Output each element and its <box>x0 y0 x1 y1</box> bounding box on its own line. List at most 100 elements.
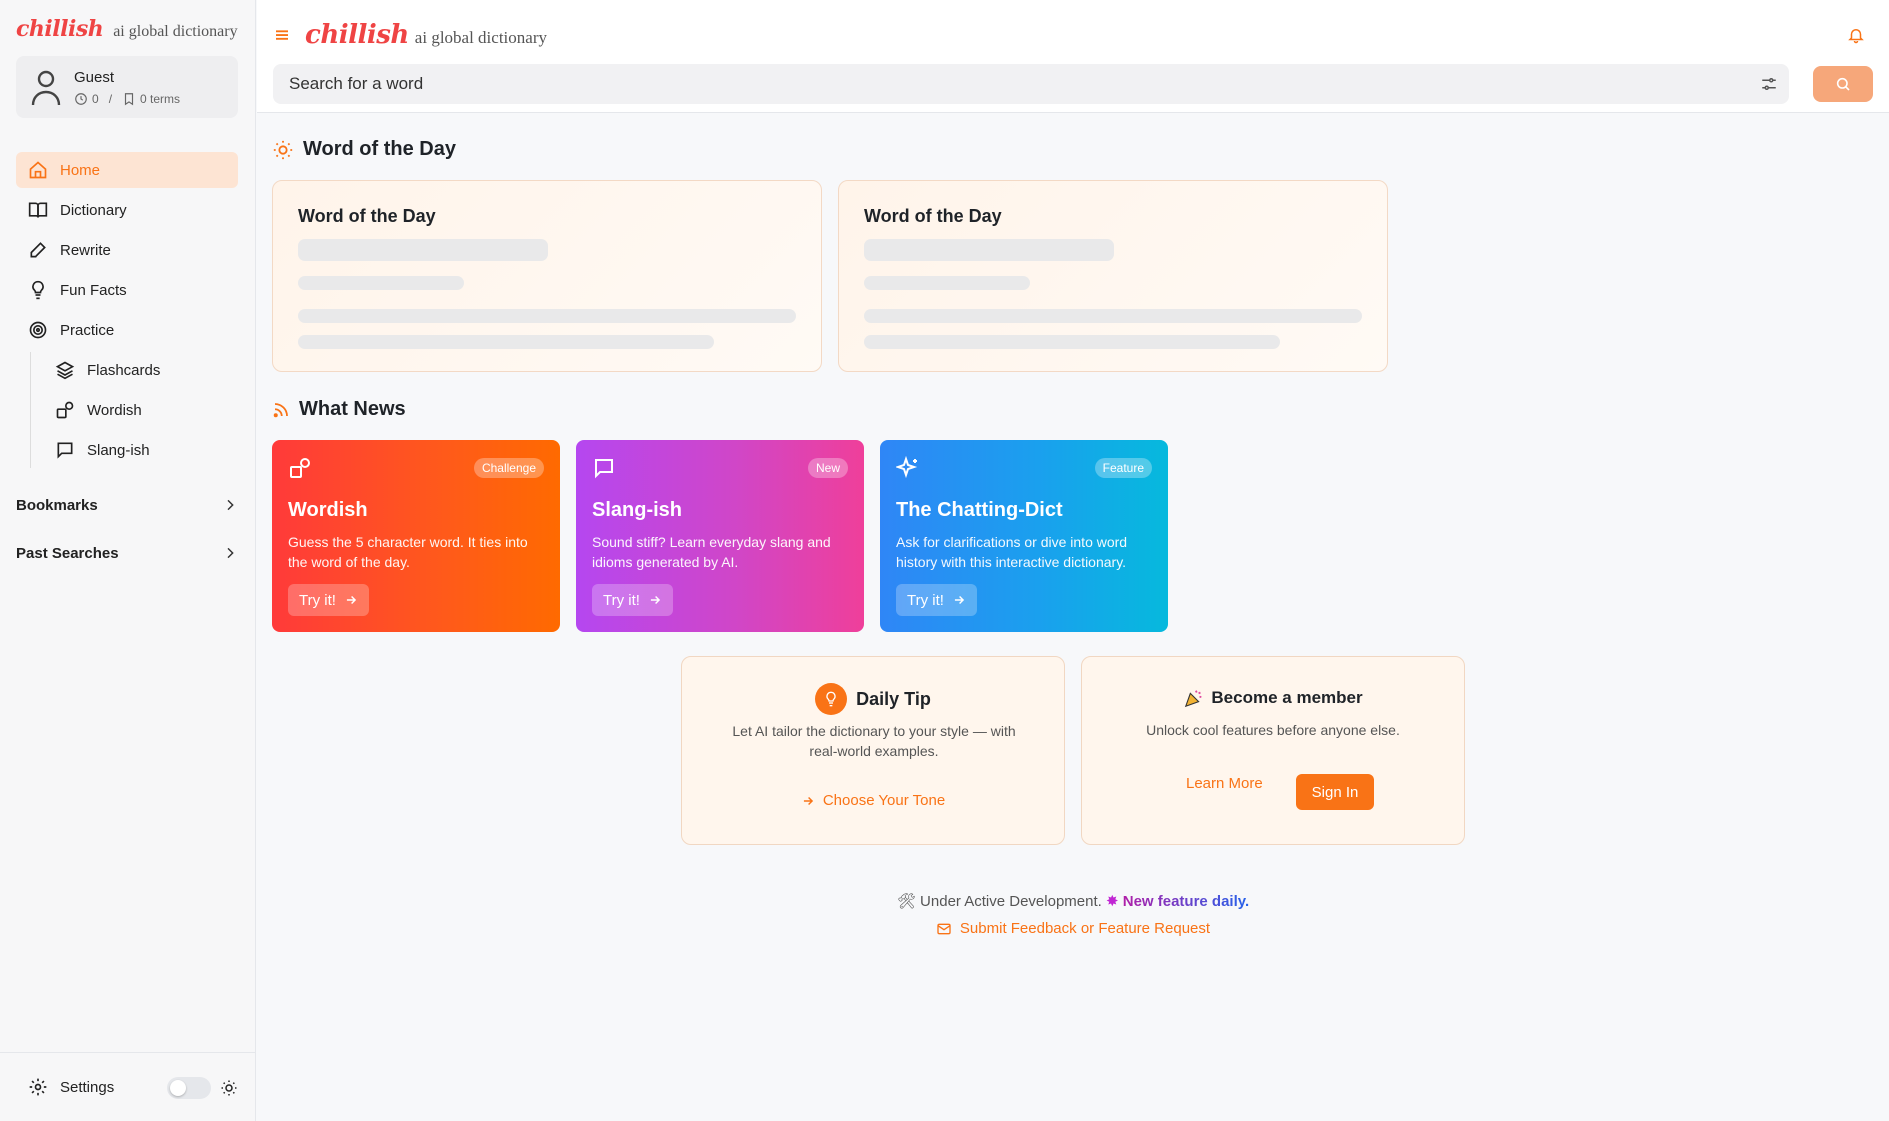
feature-badge: Feature <box>1094 458 1152 478</box>
feedback-label: Submit Feedback or Feature Request <box>959 920 1211 937</box>
sun-icon[interactable] <box>220 1079 238 1097</box>
sidebar-item-fun-facts[interactable]: Fun Facts <box>16 272 238 308</box>
skeleton-line <box>298 335 714 349</box>
development-notice: 🛠 Under Active Development. ✸ New featur… <box>257 892 1889 910</box>
mail-icon <box>937 923 951 934</box>
past-searches-toggle[interactable]: Past Searches <box>16 539 238 567</box>
wotd-card[interactable]: Word of the Day <box>272 180 822 372</box>
arrow-right-icon <box>650 595 661 605</box>
learn-more-link[interactable]: Learn More <box>1186 775 1263 792</box>
user-card[interactable]: Guest 0 / 0 terms <box>16 56 238 118</box>
membership-header: Become a member <box>1082 687 1464 709</box>
sidebar-item-label: Flashcards <box>87 361 161 379</box>
stats-separator: / <box>108 91 113 106</box>
settings-label: Settings <box>60 1078 115 1096</box>
settings-button[interactable]: Settings <box>28 1077 114 1097</box>
sidebar-brand[interactable]: chillish ai global dictionary <box>16 16 238 42</box>
header-tagline: ai global dictionary <box>414 28 547 47</box>
sidebar-item-dictionary[interactable]: Dictionary <box>16 192 238 228</box>
filter-button[interactable] <box>1749 64 1789 104</box>
user-icon <box>30 67 62 107</box>
rss-icon <box>273 402 288 417</box>
sidebar-item-wordish[interactable]: Wordish <box>43 392 238 428</box>
search-icon <box>1836 77 1850 91</box>
target-icon <box>29 321 47 339</box>
skeleton-line <box>864 276 1030 290</box>
try-it-button[interactable]: Try it! <box>896 584 977 616</box>
challenge-badge: Challenge <box>473 458 544 478</box>
news-card-wordish[interactable]: Challenge Wordish Guess the 5 character … <box>272 440 560 632</box>
news-card-chatting-dict[interactable]: Feature The Chatting-Dict Ask for clarif… <box>880 440 1168 632</box>
wotd-card-title: Word of the Day <box>298 206 436 226</box>
sidebar-item-label: Slang-ish <box>87 441 150 459</box>
chevron-right-icon <box>227 499 234 511</box>
home-icon <box>29 161 47 179</box>
sign-in-button[interactable]: Sign In <box>1296 774 1374 810</box>
bookmarks-toggle[interactable]: Bookmarks <box>16 491 238 519</box>
try-it-button[interactable]: Try it! <box>592 584 673 616</box>
new-feature-text: New feature daily. <box>1122 893 1250 910</box>
try-it-button[interactable]: Try it! <box>288 584 369 616</box>
message-icon <box>57 442 73 459</box>
sidebar-item-label: Wordish <box>87 401 142 419</box>
sidebar: chillish ai global dictionary Guest 0 / … <box>0 0 256 1121</box>
sidebar-item-slang-ish[interactable]: Slang-ish <box>43 432 238 468</box>
sidebar-item-label: Dictionary <box>60 201 127 219</box>
feedback-link[interactable]: Submit Feedback or Feature Request <box>257 920 1889 937</box>
sidebar-item-flashcards[interactable]: Flashcards <box>43 352 238 388</box>
sidebar-item-label: Home <box>60 161 101 179</box>
daily-tip-card: Daily Tip Let AI tailor the dictionary t… <box>681 656 1065 845</box>
tools-icon: 🛠 <box>896 893 916 910</box>
choose-tone-link[interactable]: Choose Your Tone <box>682 792 1064 809</box>
bookmark-icon <box>124 92 134 105</box>
development-text: Under Active Development. <box>920 893 1102 910</box>
arrow-right-icon <box>954 595 965 605</box>
sidebar-logo[interactable]: chillish <box>16 16 104 42</box>
sidebar-item-home[interactable]: Home <box>16 152 238 188</box>
wotd-card[interactable]: Word of the Day <box>838 180 1388 372</box>
news-card-desc: Guess the 5 character word. It ties into… <box>288 534 528 570</box>
skeleton-line <box>864 239 1114 261</box>
arrow-right-icon <box>803 796 813 805</box>
top-header: chillish ai global dictionary <box>257 0 1889 113</box>
sidebar-item-label: Fun Facts <box>60 281 127 299</box>
party-popper-icon <box>1185 690 1202 708</box>
history-count: 0 <box>92 91 99 106</box>
sidebar-item-practice[interactable]: Practice <box>16 312 238 348</box>
wotd-section-title: Word of the Day <box>272 138 456 161</box>
sidebar-item-rewrite[interactable]: Rewrite <box>16 232 238 268</box>
terms-count: 0 terms <box>140 91 181 106</box>
skeleton-line <box>864 309 1362 323</box>
user-name: Guest <box>74 68 115 86</box>
arrow-right-icon <box>346 595 357 605</box>
daily-tip-header: Daily Tip <box>682 683 1064 715</box>
try-it-label: Try it! <box>603 591 640 609</box>
layers-icon <box>55 361 75 380</box>
sidebar-nav: Home Dictionary Rewrite Fun Facts Practi… <box>16 152 238 472</box>
user-stats: 0 / 0 terms <box>74 92 180 106</box>
bookmarks-label: Bookmarks <box>16 496 98 514</box>
header-logo[interactable]: chillish <box>305 20 409 50</box>
pencil-icon <box>30 242 46 258</box>
header-brand[interactable]: chillish ai global dictionary <box>305 20 547 50</box>
daily-tip-text: Let AI tailor the dictionary to your sty… <box>732 723 1016 759</box>
menu-icon[interactable] <box>273 26 291 50</box>
news-card-title: The Chatting-Dict <box>896 499 1063 521</box>
skeleton-line <box>298 239 548 261</box>
lightbulb-icon <box>815 683 848 715</box>
news-card-title: Wordish <box>288 499 368 521</box>
new-badge: New <box>807 458 848 478</box>
theme-toggle[interactable] <box>167 1077 211 1099</box>
gear-icon <box>29 1078 47 1096</box>
news-card-slang-ish[interactable]: New Slang-ish Sound stiff? Learn everyda… <box>576 440 864 632</box>
sidebar-tagline: ai global dictionary <box>113 23 238 40</box>
bell-icon[interactable] <box>1847 26 1865 49</box>
practice-subnav: Flashcards Wordish Slang-ish <box>30 352 238 468</box>
search-input[interactable] <box>273 74 1749 94</box>
shapes-icon <box>56 401 74 419</box>
sparkles-icon <box>894 455 918 479</box>
wotd-card-title: Word of the Day <box>864 206 1002 226</box>
search-button[interactable] <box>1813 66 1873 102</box>
membership-text: Unlock cool features before anyone else. <box>1146 722 1400 738</box>
past-searches-label: Past Searches <box>16 544 119 562</box>
